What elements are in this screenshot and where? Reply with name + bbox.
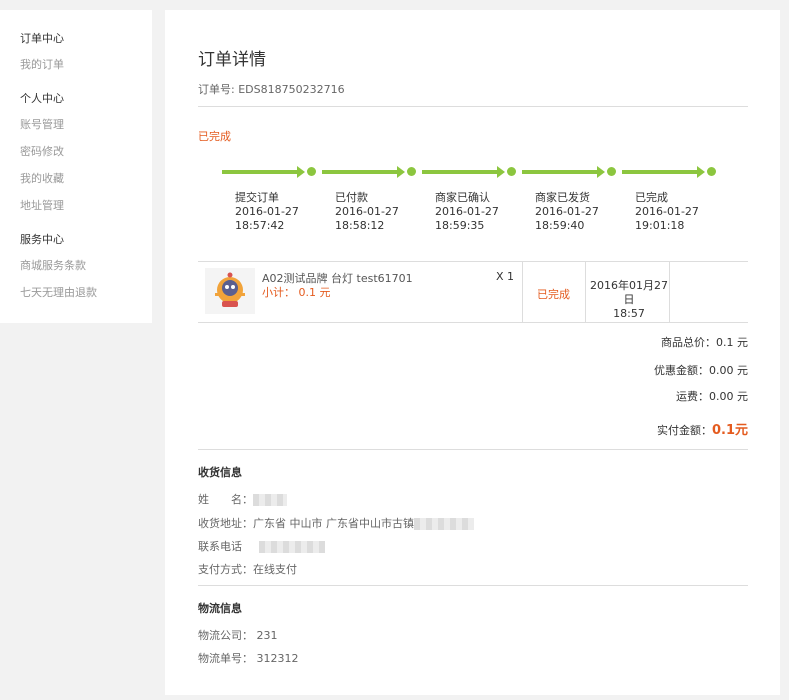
step-label: 商家已确认 2016-01-27 18:59:35 [435,191,499,232]
step-dot-icon [407,167,416,176]
recipient-name: 姓 名： [198,491,287,507]
recipient-address: 收货地址：广东省 中山市 广东省中山市古镇 [198,515,474,531]
goods-total: 商品总价：0.1 元 [661,336,748,349]
paid-amount-label: 实付金额： [656,424,712,437]
column-divider [669,262,670,322]
arrow-right-icon [522,166,605,178]
arrow-right-icon [322,166,405,178]
step-label: 已付款 2016-01-27 18:58:12 [335,191,399,232]
sidebar-item-refund[interactable]: 七天无理由退款 [0,286,152,300]
sidebar-group-personal: 个人中心 账号管理 密码修改 我的收藏 地址管理 [0,92,152,213]
divider [198,449,748,450]
step-dot-icon [607,167,616,176]
sidebar-item-account[interactable]: 账号管理 [0,118,152,132]
payment-method: 支付方式：在线支付 [198,563,297,576]
order-status: 已完成 [198,130,231,143]
tracking-number: 物流单号： 312312 [198,652,299,665]
goods-table: A02测试品牌 台灯 test61701 小计： 0.1 元 X 1 已完成 2… [198,261,748,323]
blurred-value [259,541,326,553]
step-label: 商家已发货 2016-01-27 18:59:40 [535,191,599,232]
step-label: 已完成 2016-01-27 19:01:18 [635,191,699,232]
step-dot-icon [707,167,716,176]
blurred-value [414,518,474,530]
sidebar-item-password[interactable]: 密码修改 [0,145,152,159]
delivery-section-title: 收货信息 [198,466,242,479]
sidebar-title-service-center: 服务中心 [20,233,64,246]
sidebar-title-order-center: 订单中心 [20,32,64,45]
step-label: 提交订单 2016-01-27 18:57:42 [235,191,299,232]
column-divider [522,262,523,322]
goods-status: 已完成 [537,288,570,301]
paid-amount-value: 0.1元 [711,423,748,438]
logistics-company: 物流公司： 231 [198,629,278,642]
order-progress: 提交订单 2016-01-27 18:57:42 已付款 2016-01-27 … [220,165,720,235]
step-dot-icon [307,167,316,176]
arrow-right-icon [622,166,705,178]
sidebar-item-favorites[interactable]: 我的收藏 [0,172,152,186]
divider [198,106,748,107]
sidebar-title-personal-center: 个人中心 [20,92,64,105]
discount-amount: 优惠金额：0.00 元 [654,364,748,377]
product-thumbnail[interactable] [205,268,255,314]
sidebar-item-terms[interactable]: 商城服务条款 [0,259,152,273]
order-detail-panel: 订单详情 订单号: EDS818750232716 已完成 提交订单 2016-… [165,10,780,695]
sidebar: 订单中心 我的订单 个人中心 账号管理 密码修改 我的收藏 地址管理 服务中心 … [0,10,152,323]
robot-mascot-icon [215,272,245,307]
recipient-phone: 联系电话 [198,538,326,554]
sidebar-item-my-orders[interactable]: 我的订单 [0,58,152,72]
paid-amount: 实付金额：0.1元 [657,419,748,438]
arrow-right-icon [222,166,305,178]
shipping-fee: 运费：0.00 元 [676,390,748,403]
blurred-value [253,494,287,506]
goods-order-time: 2016年01月27日 18:57 [590,279,668,320]
product-quantity: X 1 [496,270,515,283]
sidebar-group-order: 订单中心 我的订单 [0,32,152,72]
logistics-section-title: 物流信息 [198,602,242,615]
order-number: 订单号: EDS818750232716 [198,83,345,96]
page-title: 订单详情 [198,50,266,70]
product-subtotal: 小计： 0.1 元 [262,286,331,299]
arrow-right-icon [422,166,505,178]
sidebar-group-service: 服务中心 商城服务条款 七天无理由退款 [0,233,152,300]
step-dot-icon [507,167,516,176]
sidebar-item-address[interactable]: 地址管理 [0,199,152,213]
divider [198,585,748,586]
